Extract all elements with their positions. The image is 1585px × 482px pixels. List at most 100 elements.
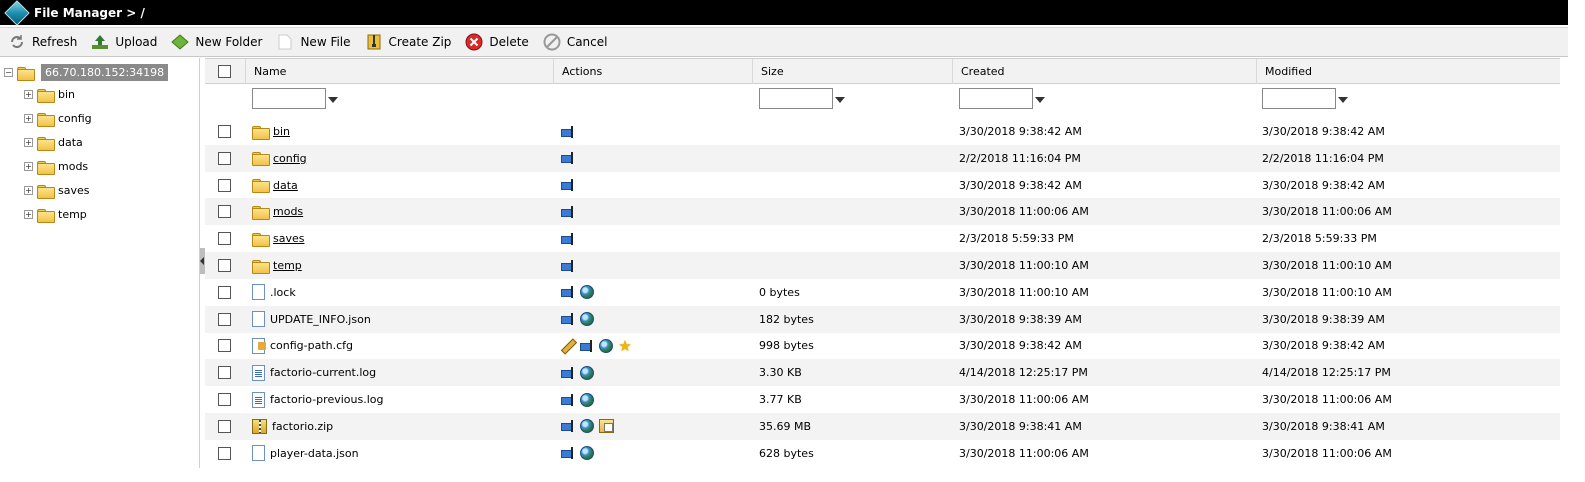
row-checkbox[interactable]: [218, 312, 231, 326]
tree-item-temp[interactable]: + temp: [24, 208, 87, 223]
globe-icon[interactable]: [579, 418, 595, 434]
rename-icon[interactable]: [560, 365, 576, 381]
tree-root-label[interactable]: 66.70.180.152:34198: [41, 64, 169, 81]
table-row[interactable]: mods 3/30/2018 11:00:06 AM 3/30/2018 11:00…: [205, 198, 1560, 226]
tree-item-label[interactable]: config: [58, 112, 92, 125]
collapse-icon[interactable]: −: [4, 68, 13, 77]
column-header-size[interactable]: Size: [752, 59, 952, 84]
rename-icon[interactable]: [560, 445, 576, 461]
globe-icon[interactable]: [579, 365, 595, 381]
row-checkbox[interactable]: [218, 285, 231, 299]
row-checkbox[interactable]: [218, 393, 231, 406]
expand-icon[interactable]: +: [24, 210, 33, 219]
filter-icon[interactable]: [835, 96, 845, 103]
rename-icon[interactable]: [560, 284, 576, 300]
expand-icon[interactable]: +: [24, 186, 33, 195]
folder-link[interactable]: bin: [273, 125, 290, 138]
rename-icon[interactable]: [560, 418, 576, 434]
row-checkbox[interactable]: [218, 125, 231, 138]
rename-icon[interactable]: [560, 311, 576, 327]
rename-icon[interactable]: [560, 392, 576, 408]
file-name[interactable]: factorio-current.log: [270, 366, 376, 379]
row-checkbox[interactable]: [218, 339, 231, 353]
tree-item-mods[interactable]: + mods: [24, 160, 88, 175]
file-name[interactable]: player-data.json: [270, 447, 359, 460]
size-filter-input[interactable]: [759, 88, 833, 109]
file-name[interactable]: config-path.cfg: [270, 339, 353, 352]
cancel-button[interactable]: Cancel: [543, 30, 607, 54]
table-row[interactable]: bin 3/30/2018 9:38:42 AM 3/30/2018 9:38:42…: [205, 118, 1560, 145]
file-name[interactable]: .lock: [270, 286, 296, 299]
refresh-button[interactable]: Refresh: [8, 30, 77, 54]
tree-item-label[interactable]: data: [58, 136, 83, 149]
rename-icon[interactable]: [560, 177, 576, 193]
rename-icon[interactable]: [560, 124, 576, 140]
tree-item-bin[interactable]: + bin: [24, 88, 75, 103]
modified-filter-input[interactable]: [1262, 88, 1336, 109]
rename-icon[interactable]: [560, 231, 576, 247]
table-row[interactable]: UPDATE_INFO.json 182 bytes 3/30/2018 9:38:…: [205, 305, 1560, 333]
pencil-icon[interactable]: [560, 338, 576, 354]
folder-link[interactable]: saves: [273, 232, 304, 245]
column-header-modified[interactable]: Modified: [1256, 59, 1560, 84]
row-checkbox[interactable]: [218, 446, 231, 460]
rename-icon[interactable]: [560, 204, 576, 220]
row-checkbox[interactable]: [218, 259, 231, 272]
table-row[interactable]: data 3/30/2018 9:38:42 AM 3/30/2018 9:38:4…: [205, 172, 1560, 199]
file-name[interactable]: factorio.zip: [272, 420, 333, 433]
row-checkbox[interactable]: [218, 232, 231, 246]
table-row[interactable]: saves 2/3/2018 5:59:33 PM 2/3/2018 5:59:33…: [205, 225, 1560, 252]
tree-item-label[interactable]: temp: [58, 208, 87, 221]
filter-icon[interactable]: [1035, 96, 1045, 103]
expand-icon[interactable]: +: [24, 114, 33, 123]
table-row[interactable]: player-data.json 628 bytes 3/30/2018 11:00…: [205, 440, 1560, 467]
unzip-icon[interactable]: [598, 418, 614, 434]
create-zip-button[interactable]: Create Zip: [365, 30, 451, 54]
row-checkbox[interactable]: [218, 151, 231, 165]
tree-root[interactable]: − 66.70.180.152:34198: [4, 64, 169, 81]
globe-icon[interactable]: [579, 284, 595, 300]
tree-item-label[interactable]: mods: [58, 160, 88, 173]
tree-item-saves[interactable]: + saves: [24, 184, 89, 199]
tree-item-label[interactable]: saves: [58, 184, 89, 197]
file-name[interactable]: UPDATE_INFO.json: [270, 313, 371, 326]
table-row[interactable]: temp 3/30/2018 11:00:10 AM 3/30/2018 11:00…: [205, 252, 1560, 279]
tree-item-data[interactable]: + data: [24, 136, 83, 151]
rename-icon[interactable]: [560, 258, 576, 274]
filter-icon[interactable]: [1338, 96, 1348, 103]
row-checkbox[interactable]: [218, 178, 231, 192]
table-row[interactable]: .lock 0 bytes 3/30/2018 11:00:10 AM 3/30/20…: [205, 279, 1560, 306]
filter-icon[interactable]: [328, 96, 338, 103]
globe-icon[interactable]: [598, 338, 614, 354]
file-name[interactable]: factorio-previous.log: [270, 393, 383, 406]
row-checkbox[interactable]: [218, 419, 231, 433]
globe-icon[interactable]: [579, 392, 595, 408]
globe-icon[interactable]: [579, 445, 595, 461]
column-header-created[interactable]: Created: [952, 59, 1256, 84]
upload-button[interactable]: Upload: [91, 30, 157, 54]
created-filter-input[interactable]: [959, 88, 1033, 109]
table-row[interactable]: factorio.zip 35.69 MB 3/30/2018 9:38:41 AM…: [205, 412, 1560, 440]
row-checkbox[interactable]: [218, 366, 231, 380]
select-all-checkbox[interactable]: [218, 65, 231, 78]
globe-icon[interactable]: [579, 311, 595, 327]
tree-item-label[interactable]: bin: [58, 88, 75, 101]
expand-icon[interactable]: +: [24, 138, 33, 147]
name-filter-input[interactable]: [252, 88, 326, 109]
folder-link[interactable]: data: [273, 179, 298, 192]
folder-link[interactable]: mods: [273, 205, 303, 218]
row-checkbox[interactable]: [218, 205, 231, 219]
expand-icon[interactable]: +: [24, 90, 33, 99]
table-row[interactable]: config 2/2/2018 11:16:04 PM 2/2/2018 11:16…: [205, 144, 1560, 172]
star-icon[interactable]: ★: [617, 338, 633, 354]
delete-button[interactable]: Delete: [465, 30, 529, 54]
table-row[interactable]: config-path.cfg ★ 998 bytes 3/30/2018 9:38:…: [205, 332, 1560, 359]
rename-icon[interactable]: [560, 150, 576, 166]
table-row[interactable]: factorio-previous.log 3.77 KB 3/30/2018 11…: [205, 386, 1560, 413]
column-header-name[interactable]: Name: [245, 59, 553, 84]
folder-link[interactable]: config: [273, 152, 307, 165]
tree-item-config[interactable]: + config: [24, 112, 92, 127]
new-folder-button[interactable]: New Folder: [171, 30, 262, 54]
folder-link[interactable]: temp: [273, 259, 302, 272]
new-file-button[interactable]: New File: [276, 30, 351, 54]
